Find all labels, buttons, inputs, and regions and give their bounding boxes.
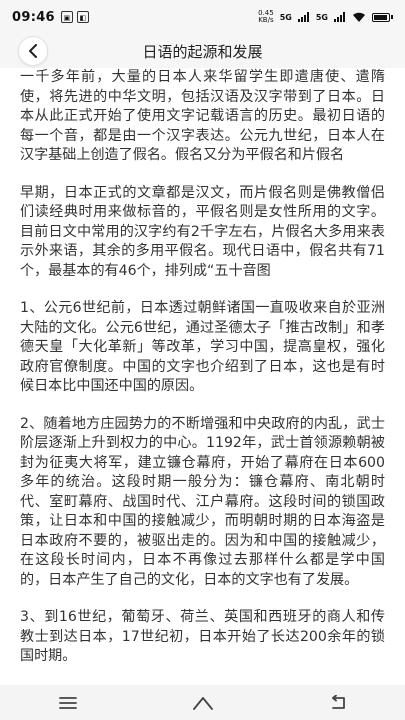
wifi-icon [353, 12, 365, 22]
menu-icon [58, 696, 77, 709]
article-paragraph: 一千多年前，大量的日本人来华留学生即遣唐使、遣隋使，将先进的中华文明，包括汉语及… [20, 69, 385, 163]
return-icon [331, 694, 345, 709]
article-paragraph: 3、到16世纪，葡萄牙、荷兰、英国和西班牙的商人和传教士到达日本，17世纪初，日… [20, 609, 385, 664]
status-time: 09:46 [12, 9, 55, 25]
nav-back-button[interactable] [318, 688, 358, 718]
chevron-left-icon [29, 44, 37, 58]
nav-home-button[interactable] [183, 688, 223, 718]
home-icon [192, 696, 213, 710]
app-badge-icon: ◧ [76, 11, 89, 23]
back-button[interactable] [18, 36, 48, 66]
notification-icons: ▣ ◧ [60, 11, 89, 23]
signal-bars-icon-2 [334, 12, 345, 22]
signal-5g-2: 5G [315, 12, 328, 22]
signal-bars-icon [297, 12, 309, 22]
article-paragraph: 1、公元6世纪前，日本透过朝鲜诸国一直吸收来自於亚洲大陆的文化。公元6世纪，通过… [20, 300, 385, 394]
net-speed: 0.45 KB/s [258, 9, 274, 24]
nav-menu-button[interactable] [48, 688, 88, 718]
notification-icon: ▣ [60, 11, 73, 23]
article-paragraph: 早期，日本正式的文章都是汉文，而片假名则是佛教僧侣们读经典时用来做标音的，平假名… [20, 184, 385, 279]
signal-5g-1: 5G [279, 12, 292, 22]
status-bar: 09:46 ▣ ◧ 0.45 KB/s 5G 5G [0, 0, 405, 34]
article-paragraph: 2、随着地方庄园势力的不断增强和中央政府的内乱，武士阶层逐渐上升到权力的中心。1… [20, 415, 385, 588]
article-content[interactable]: 一千多年前，大量的日本人来华留学生即遣唐使、遣隋使，将先进的中华文明，包括汉语及… [0, 68, 405, 685]
battery-icon [372, 12, 393, 22]
page-title: 日语的起源和发展 [142, 42, 263, 61]
header-bar: 日语的起源和发展 [0, 34, 405, 68]
status-right: 0.45 KB/s 5G 5G [258, 10, 393, 24]
system-nav-bar [0, 685, 405, 720]
